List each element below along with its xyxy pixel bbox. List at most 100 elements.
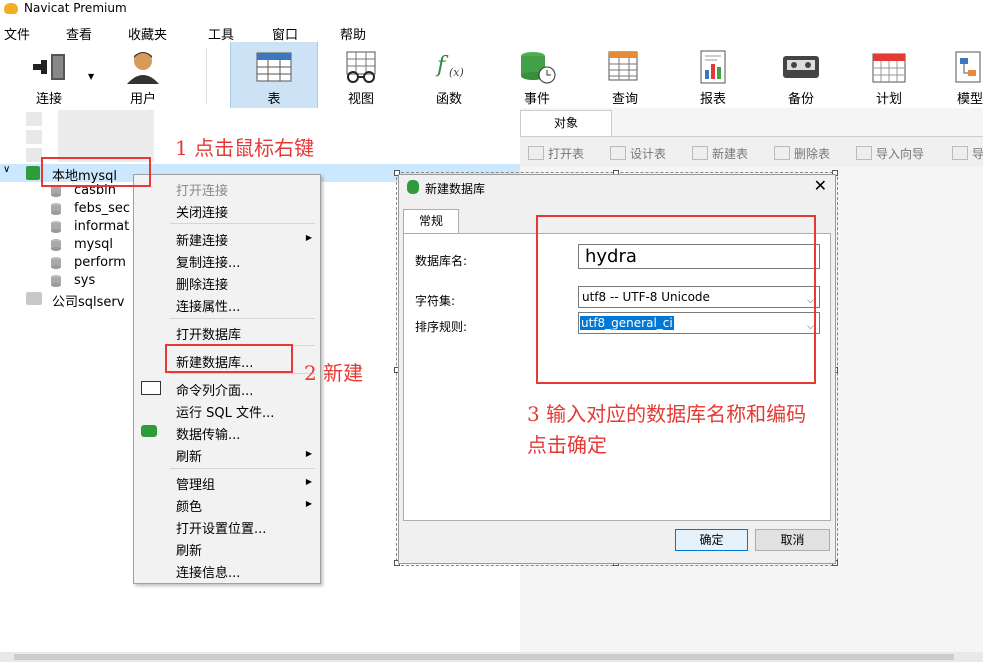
toolbar-backup-button[interactable]: 备份 <box>764 42 838 108</box>
submenu-arrow-icon: ▶ <box>305 449 312 458</box>
toolbar-model-button[interactable]: 模型 <box>940 42 983 108</box>
user-icon <box>127 52 159 84</box>
query-icon <box>608 51 638 81</box>
svg-text:f: f <box>435 53 449 78</box>
toolbar-divider <box>206 48 207 104</box>
toolbar-event-button[interactable]: 事件 <box>500 42 574 108</box>
menu-data-transfer[interactable]: 数据传输... <box>176 424 240 443</box>
menu-color[interactable]: 颜色 <box>176 496 202 515</box>
app-title: Navicat Premium <box>24 1 127 15</box>
menu-tools[interactable]: 工具 <box>208 24 234 43</box>
menu-favorites[interactable]: 收藏夹 <box>128 24 167 43</box>
open-table-button[interactable]: 打开表 <box>528 145 584 162</box>
menu-open-settings-location[interactable]: 打开设置位置... <box>176 518 266 537</box>
backup-icon <box>783 56 819 78</box>
hidden-connection-icon <box>26 130 42 144</box>
close-icon[interactable]: ✕ <box>814 176 827 195</box>
dialog-title: 新建数据库 <box>425 182 486 196</box>
import-icon <box>856 146 872 160</box>
annotation-box-dialog-fields <box>536 215 816 384</box>
import-wizard-button[interactable]: 导入向导 <box>856 145 924 162</box>
toolbar-report-button[interactable]: 报表 <box>676 42 750 108</box>
toolbar-schedule-button[interactable]: 计划 <box>852 42 926 108</box>
new-table-button[interactable]: 新建表 <box>692 145 748 162</box>
menu-run-sql-file[interactable]: 运行 SQL 文件... <box>176 402 274 421</box>
view-icon <box>346 51 376 83</box>
toolbar-connect-button[interactable]: ▼ 连接 <box>14 42 94 108</box>
collation-label: 排序规则: <box>415 320 468 334</box>
export-button[interactable]: 导 <box>952 145 983 162</box>
menu-view[interactable]: 查看 <box>66 24 92 43</box>
menu-separator <box>170 318 315 319</box>
menu-refresh[interactable]: 刷新 <box>176 540 202 559</box>
menu-close-connection[interactable]: 关闭连接 <box>176 202 228 221</box>
menu-help[interactable]: 帮助 <box>340 24 366 43</box>
menu-open-connection[interactable]: 打开连接 <box>176 180 228 199</box>
annotation-box-connection <box>41 157 151 187</box>
model-icon <box>955 51 981 83</box>
menu-window[interactable]: 窗口 <box>272 24 298 43</box>
function-icon: f (x) <box>435 53 464 79</box>
database-icon <box>51 239 61 251</box>
ok-button[interactable]: 确定 <box>675 529 748 551</box>
open-table-icon <box>528 146 544 160</box>
tab-general[interactable]: 常规 <box>403 209 459 234</box>
menu-connection-properties[interactable]: 连接属性... <box>176 296 240 315</box>
menu-separator <box>170 223 315 224</box>
event-icon <box>521 52 556 84</box>
tab-objects[interactable]: 对象 <box>520 110 612 137</box>
title-bar: Navicat Premium <box>0 0 983 18</box>
collapse-chevron-icon[interactable]: ∨ <box>3 164 10 175</box>
menu-copy-connection[interactable]: 复制连接... <box>176 252 240 271</box>
connect-dropdown-icon[interactable]: ▼ <box>88 72 94 81</box>
menu-connection-info[interactable]: 连接信息... <box>176 562 240 581</box>
menu-refresh-submenu[interactable]: 刷新 <box>176 446 202 465</box>
db-name-label: 数据库名: <box>415 254 468 268</box>
cancel-button[interactable]: 取消 <box>755 529 830 551</box>
toolbar-user-button[interactable]: 用户 <box>108 42 178 108</box>
menu-separator <box>170 468 315 469</box>
object-toolbar: 打开表 设计表 新建表 删除表 导入向导 导 <box>520 136 983 167</box>
data-transfer-icon <box>141 425 157 437</box>
sqlserver-connection-icon <box>26 292 42 305</box>
database-icon <box>51 221 61 233</box>
submenu-arrow-icon: ▶ <box>305 233 312 242</box>
delete-table-icon <box>774 146 790 160</box>
menu-file[interactable]: 文件 <box>4 24 30 43</box>
scrollbar-thumb[interactable] <box>14 654 954 660</box>
database-icon <box>407 180 419 194</box>
svg-text:(x): (x) <box>449 66 464 79</box>
database-icon <box>51 203 61 215</box>
menu-new-connection[interactable]: 新建连接 <box>176 230 228 249</box>
context-menu: 打开连接 关闭连接 新建连接 ▶ 复制连接... 删除连接 连接属性... 打开… <box>133 174 321 584</box>
design-table-button[interactable]: 设计表 <box>610 145 666 162</box>
hidden-connection-icon <box>26 112 42 126</box>
report-icon <box>700 50 726 84</box>
toolbar-table-button[interactable]: 表 <box>230 42 318 108</box>
horizontal-scrollbar[interactable] <box>0 652 983 662</box>
menu-command-line[interactable]: 命令列介面... <box>176 380 253 399</box>
blurred-connection-names <box>58 110 154 162</box>
menu-delete-connection[interactable]: 删除连接 <box>176 274 228 293</box>
toolbar-function-button[interactable]: f (x) 函数 <box>412 42 486 108</box>
toolbar-view-button[interactable]: 视图 <box>324 42 398 108</box>
submenu-arrow-icon: ▶ <box>305 477 312 486</box>
navicat-logo-icon <box>4 3 18 14</box>
annotation-step1: 1 点击鼠标右键 <box>175 136 315 160</box>
menu-open-database[interactable]: 打开数据库 <box>176 324 241 343</box>
delete-table-button[interactable]: 删除表 <box>774 145 830 162</box>
annotation-step3-line2: 点击确定 <box>527 433 607 457</box>
menu-manage-group[interactable]: 管理组 <box>176 474 215 493</box>
mysql-connection-icon <box>26 166 40 180</box>
toolbar-query-button[interactable]: 查询 <box>588 42 662 108</box>
charset-label: 字符集: <box>415 294 456 308</box>
console-icon <box>141 381 161 395</box>
annotation-box-new-database <box>165 344 293 373</box>
annotation-step2: 2 新建 <box>304 361 364 385</box>
export-icon <box>952 146 968 160</box>
menu-bar: 文件 查看 收藏夹 工具 窗口 帮助 <box>0 20 983 43</box>
annotation-step3-line1: 3 输入对应的数据库名称和编码 <box>527 402 807 426</box>
hidden-connection-icon <box>26 148 42 162</box>
new-table-icon <box>692 146 708 160</box>
submenu-arrow-icon: ▶ <box>305 499 312 508</box>
